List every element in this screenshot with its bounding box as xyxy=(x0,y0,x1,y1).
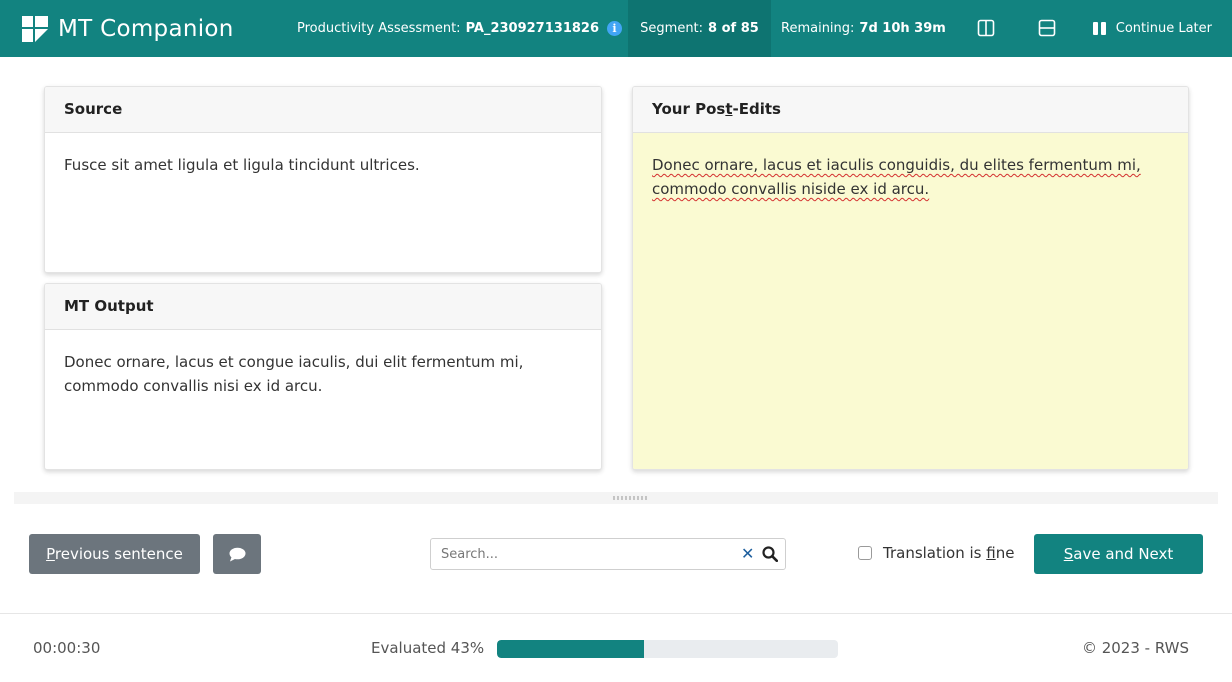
assessment-info: Productivity Assessment: PA_230927131826… xyxy=(297,0,623,57)
rows-layout-icon[interactable] xyxy=(1038,19,1056,37)
evaluation-progress-fill xyxy=(497,640,644,658)
elapsed-timer: 00:00:30 xyxy=(33,639,101,657)
search-box: ✕ xyxy=(430,538,786,570)
source-text: Fusce sit amet ligula et ligula tincidun… xyxy=(64,156,420,174)
grip-icon xyxy=(612,496,648,500)
info-icon[interactable]: i xyxy=(607,21,623,36)
mt-output-header: MT Output xyxy=(45,284,601,330)
post-edit-header: Your Post-Edits xyxy=(633,87,1188,133)
copyright: © 2023 - RWS xyxy=(1081,639,1189,657)
remaining-label: Remaining: xyxy=(781,21,855,36)
post-edit-area[interactable]: Donec ornare, lacus et iaculis conguidis… xyxy=(633,133,1188,469)
previous-sentence-button[interactable]: Previous sentence xyxy=(29,534,200,574)
footer-divider xyxy=(0,613,1232,614)
panel-resize-handle[interactable] xyxy=(14,492,1218,504)
source-header: Source xyxy=(45,87,601,133)
segment-value: 8 of 85 xyxy=(708,21,759,36)
continue-later-label: Continue Later xyxy=(1115,21,1212,36)
segment-indicator: Segment: 8 of 85 xyxy=(628,0,771,57)
clear-search-icon[interactable]: ✕ xyxy=(741,545,754,563)
source-panel: Source Fusce sit amet ligula et ligula t… xyxy=(44,86,602,273)
post-edit-panel: Your Post-Edits Donec ornare, lacus et i… xyxy=(632,86,1189,470)
translation-fine-label[interactable]: Translation is fine xyxy=(883,544,1014,562)
pause-icon xyxy=(1092,22,1106,35)
mt-output-panel: MT Output Donec ornare, lacus et congue … xyxy=(44,283,602,470)
search-icon[interactable] xyxy=(762,546,778,562)
assessment-id: PA_230927131826 xyxy=(465,21,600,36)
continue-later-button[interactable]: Continue Later xyxy=(1092,0,1212,57)
columns-layout-icon[interactable] xyxy=(977,19,995,37)
evaluation-progress-bar xyxy=(497,640,838,658)
top-bar: MT Companion Productivity Assessment: PA… xyxy=(0,0,1232,57)
comment-icon xyxy=(229,547,245,561)
app-title: MT Companion xyxy=(58,16,234,42)
brand-logo-icon xyxy=(22,16,48,42)
segment-label: Segment: xyxy=(640,21,704,36)
save-and-next-button[interactable]: Save and Next xyxy=(1034,534,1203,574)
comment-button[interactable] xyxy=(213,534,261,574)
mt-output-text: Donec ornare, lacus et congue iaculis, d… xyxy=(64,353,524,395)
remaining-value: 7d 10h 39m xyxy=(859,21,946,36)
search-input[interactable] xyxy=(441,539,721,569)
translation-fine-checkbox[interactable] xyxy=(858,546,872,560)
evaluated-label: Evaluated 43% xyxy=(371,639,485,657)
assessment-label: Productivity Assessment: xyxy=(297,21,461,36)
remaining-time: Remaining: 7d 10h 39m xyxy=(781,0,946,57)
brand: MT Companion xyxy=(21,13,234,45)
post-edit-text[interactable]: Donec ornare, lacus et iaculis conguidis… xyxy=(652,156,1141,198)
